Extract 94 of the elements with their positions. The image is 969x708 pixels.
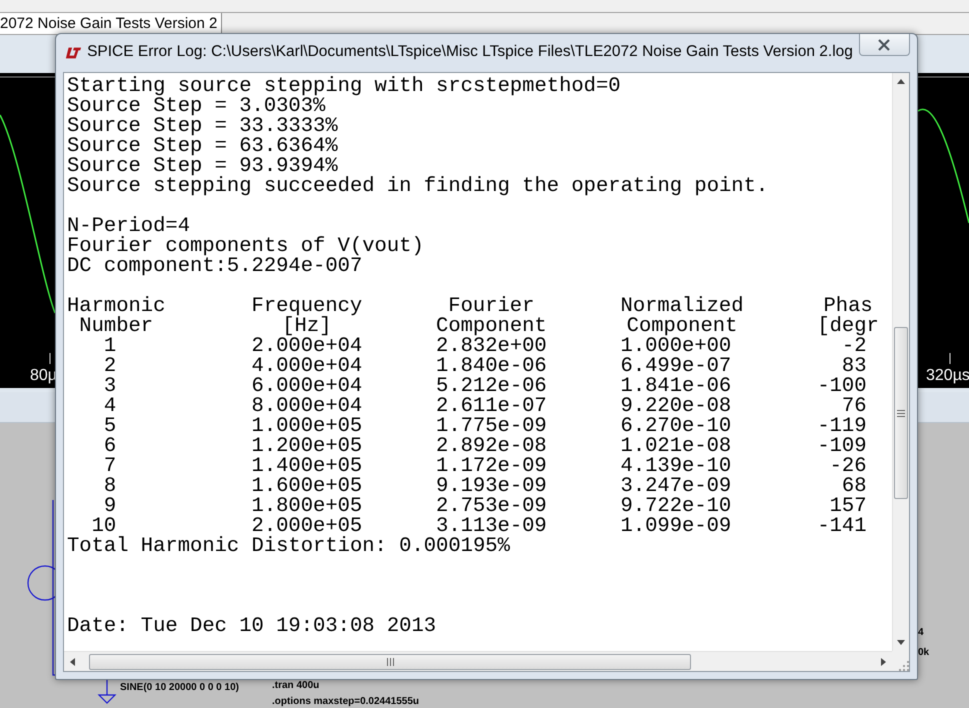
column-header: Component bbox=[626, 317, 738, 337]
table-cell-text: 3 bbox=[102, 377, 118, 397]
table-cell-text: -2 bbox=[842, 337, 867, 357]
table-cell-text: 1.099e-09 bbox=[620, 517, 732, 537]
close-icon bbox=[877, 38, 892, 50]
column-header: Fourier bbox=[448, 297, 534, 317]
log-line: Source Step = 93.9394% bbox=[67, 157, 338, 177]
log-line: DC component:5.2294e-007 bbox=[67, 257, 362, 277]
down-arrow-icon[interactable] bbox=[897, 640, 905, 645]
table-cell: 9.193e-09 bbox=[436, 477, 547, 497]
table-cell-text: 7 bbox=[102, 457, 118, 477]
log-line: Fourier components of V(vout) bbox=[67, 237, 425, 257]
right-arrow-icon[interactable] bbox=[881, 658, 886, 666]
log-line: N-Period=4 bbox=[67, 217, 190, 237]
table-cell: 4.000e+04 bbox=[252, 357, 362, 377]
table-cell-text: 6 bbox=[102, 437, 118, 457]
table-cell-text: -141 bbox=[817, 517, 868, 537]
resize-grip-icon[interactable] bbox=[899, 661, 909, 671]
axis-label: 320µs bbox=[926, 367, 969, 385]
table-cell-text: 6.270e-10 bbox=[620, 417, 732, 437]
vertical-scrollbar[interactable] bbox=[892, 73, 909, 651]
table-cell-text: 83 bbox=[842, 357, 868, 377]
table-cell-text: 76 bbox=[842, 397, 868, 417]
axis-label: 80µ bbox=[30, 367, 58, 385]
column-header: Component bbox=[436, 317, 547, 337]
table-cell-text: 68 bbox=[842, 477, 868, 497]
column-header: Harmonic bbox=[67, 297, 166, 317]
table-cell: 5.212e-06 bbox=[436, 377, 547, 397]
column-header: Phas bbox=[823, 297, 873, 317]
column-header: Number bbox=[78, 317, 154, 337]
column-header: Normalized bbox=[620, 297, 744, 317]
table-cell: 6.000e+04 bbox=[252, 377, 362, 397]
table-cell: 2.892e-08 bbox=[436, 437, 547, 457]
table-cell-text: 10 bbox=[92, 517, 116, 537]
logo-icon bbox=[65, 46, 82, 60]
table-cell: 1.172e-09 bbox=[436, 457, 547, 477]
table-cell-text: 1.021e-08 bbox=[620, 437, 732, 457]
left-arrow-icon[interactable] bbox=[70, 658, 75, 666]
component-label: 0k bbox=[918, 647, 930, 658]
table-cell-text: 157 bbox=[830, 497, 868, 517]
table-cell-text: 2 bbox=[102, 357, 118, 377]
close-button[interactable] bbox=[858, 34, 910, 56]
log-line: Total Harmonic Distortion: 0.000195% bbox=[67, 537, 511, 557]
grip-icon bbox=[386, 658, 394, 666]
table-cell-text: 1.841e-06 bbox=[620, 377, 732, 397]
table-cell: 2.832e+00 bbox=[436, 337, 547, 357]
component-label: 4 bbox=[918, 627, 924, 638]
table-cell-text: 9.722e-10 bbox=[620, 497, 732, 517]
horizontal-scrollbar[interactable] bbox=[64, 651, 892, 671]
table-cell: 2.000e+05 bbox=[252, 517, 362, 537]
table-cell-text: -119 bbox=[817, 417, 868, 437]
table-cell-text: 5 bbox=[102, 417, 118, 437]
table-cell-text: 1 bbox=[102, 337, 118, 357]
up-arrow-icon[interactable] bbox=[897, 79, 905, 84]
table-cell: 3.113e-09 bbox=[436, 517, 547, 537]
log-line: Source Step = 63.6364% bbox=[67, 137, 339, 157]
document-tab[interactable]: 2072 Noise Gain Tests Version 2 bbox=[0, 13, 222, 34]
column-header: [degr bbox=[817, 317, 879, 337]
table-cell: 2.611e-07 bbox=[436, 397, 547, 417]
table-cell: 1.840e-06 bbox=[436, 357, 547, 377]
table-cell-text: -109 bbox=[817, 437, 868, 457]
table-cell-text: 8 bbox=[102, 477, 118, 497]
log-line: Source Step = 3.0303% bbox=[67, 97, 326, 117]
table-cell: 1.600e+05 bbox=[252, 477, 362, 497]
table-cell-text: -100 bbox=[817, 377, 868, 397]
log-line: Source Step = 33.3333% bbox=[67, 117, 339, 137]
scroll-thumb[interactable] bbox=[89, 654, 691, 670]
source-label: SINE(0 10 20000 0 0 0 10) bbox=[120, 682, 239, 693]
table-cell: 1.400e+05 bbox=[252, 457, 362, 477]
spice-directive: .tran 400u bbox=[272, 680, 320, 691]
table-cell: 2.753e-09 bbox=[436, 497, 547, 517]
log-line: Starting source stepping with srcstepmethod=0 bbox=[67, 77, 622, 97]
table-cell: 1.800e+05 bbox=[252, 497, 362, 517]
table-cell-text: 9 bbox=[104, 497, 118, 517]
table-cell-text: 1.000e+00 bbox=[620, 337, 732, 357]
grip-icon bbox=[897, 410, 905, 416]
spice-directive: .options maxstep=0.02441555u bbox=[272, 696, 420, 707]
table-cell: 1.775e-09 bbox=[436, 417, 547, 437]
table-cell: 8.000e+04 bbox=[252, 397, 362, 417]
table-cell-text: 4.139e-10 bbox=[620, 457, 732, 477]
window-title: SPICE Error Log: C:\Users\Karl\Documents\LTspice\Misc LTspice Files\TLE2072 Noise Gain Tests Version 2.log bbox=[87, 43, 853, 61]
column-header: Frequency bbox=[252, 297, 362, 317]
column-header: [Hz] bbox=[282, 317, 332, 337]
table-cell-text: 6.499e-07 bbox=[620, 357, 732, 377]
table-cell-text: -26 bbox=[828, 457, 868, 477]
scroll-thumb[interactable] bbox=[894, 327, 908, 499]
log-line: Date: Tue Dec 10 19:03:08 2013 bbox=[67, 617, 438, 637]
log-line: Source stepping succeeded in finding the operating point. bbox=[67, 177, 770, 197]
table-cell-text: 9.220e-08 bbox=[620, 397, 732, 417]
table-cell-text: 3.247e-09 bbox=[620, 477, 732, 497]
table-cell-text: 4 bbox=[102, 397, 118, 417]
table-cell: 1.200e+05 bbox=[252, 437, 362, 457]
table-cell: 2.000e+04 bbox=[252, 337, 362, 357]
table-cell: 1.000e+05 bbox=[252, 417, 362, 437]
